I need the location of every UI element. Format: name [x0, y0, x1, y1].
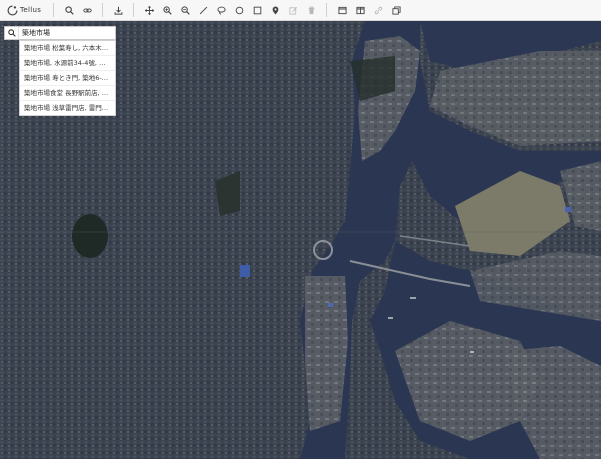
search-button[interactable]: [63, 4, 76, 17]
app-window: Tellus 築地市場 築地市場 松葉寿し, 六本木… 築地市場, 水源前34-…: [0, 0, 601, 459]
suggestion-item[interactable]: 築地市場 松葉寿し, 六本木…: [20, 41, 115, 56]
pan-tool-button[interactable]: [143, 4, 156, 17]
window-icon: [337, 6, 347, 14]
download-icon: [114, 6, 122, 15]
split-view-button[interactable]: [354, 4, 367, 17]
split-view-icon: [355, 6, 365, 14]
draw-lasso-button[interactable]: [215, 4, 228, 17]
place-marker-button[interactable]: [269, 4, 282, 17]
toolbar-divider: [133, 3, 134, 17]
copy-icon: [391, 5, 401, 15]
zoom-in-icon: [162, 5, 172, 15]
logo-icon: [7, 5, 18, 15]
zoom-in-button[interactable]: [161, 4, 174, 17]
share-link-button[interactable]: [81, 4, 94, 17]
suggestion-item[interactable]: 築地市場, 水源前34-4號, 大…: [20, 56, 115, 71]
suggestion-item[interactable]: 築地市場 浅草雷門店, 雷門…: [20, 101, 115, 115]
search-suggestions: 築地市場 松葉寿し, 六本木… 築地市場, 水源前34-4號, 大… 築地市場 …: [19, 40, 116, 116]
toolbar-divider: [53, 3, 54, 17]
zoom-out-button[interactable]: [179, 4, 192, 17]
circle-icon: [235, 6, 243, 14]
search-icon: [7, 29, 16, 37]
draw-line-button[interactable]: [197, 4, 210, 17]
search-icon: [64, 5, 74, 15]
link-icon: [82, 8, 92, 12]
toolbar-divider: [326, 3, 327, 17]
search-input[interactable]: [19, 27, 115, 39]
edit-icon: [288, 6, 297, 15]
link-layers-button[interactable]: [372, 4, 385, 17]
logo-text: Tellus: [20, 6, 42, 14]
logo: Tellus: [7, 5, 47, 16]
lasso-icon: [216, 6, 226, 15]
toolbar-divider: [102, 3, 103, 17]
suggestion-item[interactable]: 築地市場食堂 長野駅前店, …: [20, 86, 115, 101]
place-search: [4, 26, 116, 40]
marker-icon: [272, 6, 278, 15]
draw-rectangle-button[interactable]: [251, 4, 264, 17]
zoom-out-icon: [180, 5, 190, 15]
line-icon: [199, 6, 207, 14]
toolbar: Tellus: [0, 0, 601, 21]
trash-icon: [307, 6, 315, 14]
delete-shape-button[interactable]: [305, 4, 318, 17]
suggestion-item[interactable]: 築地市場 寿とき門, 築地6-…: [20, 71, 115, 86]
chain-link-icon: [374, 6, 382, 14]
draw-circle-button[interactable]: [233, 4, 246, 17]
edit-shape-button[interactable]: [287, 4, 300, 17]
pan-icon: [144, 5, 154, 15]
copy-button[interactable]: [390, 4, 403, 17]
window-button[interactable]: [336, 4, 349, 17]
download-button[interactable]: [112, 4, 125, 17]
search-submit-button[interactable]: [5, 27, 19, 39]
rectangle-icon: [253, 6, 261, 14]
